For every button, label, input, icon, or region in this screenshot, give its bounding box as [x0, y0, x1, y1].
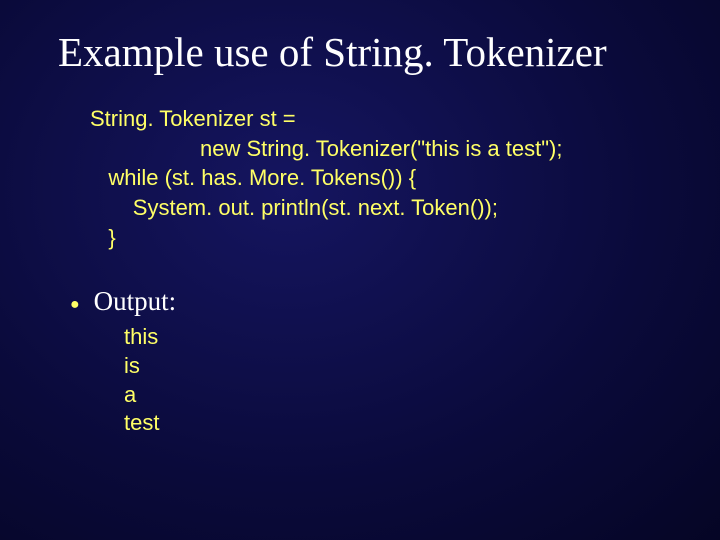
output-line: a [124, 382, 136, 407]
code-line: String. Tokenizer st = [90, 106, 296, 131]
output-bullet: ● Output: [70, 286, 680, 317]
code-line: } [90, 225, 116, 250]
code-line: new String. Tokenizer("this is a test"); [90, 136, 562, 161]
output-label: Output: [94, 286, 177, 317]
code-line: while (st. has. More. Tokens()) { [90, 165, 416, 190]
slide-title: Example use of String. Tokenizer [58, 28, 680, 76]
output-line: is [124, 353, 140, 378]
code-block: String. Tokenizer st = new String. Token… [90, 104, 680, 252]
output-line: test [124, 410, 159, 435]
bullet-dot-icon: ● [70, 296, 80, 314]
slide: Example use of String. Tokenizer String.… [0, 0, 720, 540]
code-line: System. out. println(st. next. Token()); [90, 195, 498, 220]
output-line: this [124, 324, 158, 349]
output-block: this is a test [124, 323, 680, 437]
